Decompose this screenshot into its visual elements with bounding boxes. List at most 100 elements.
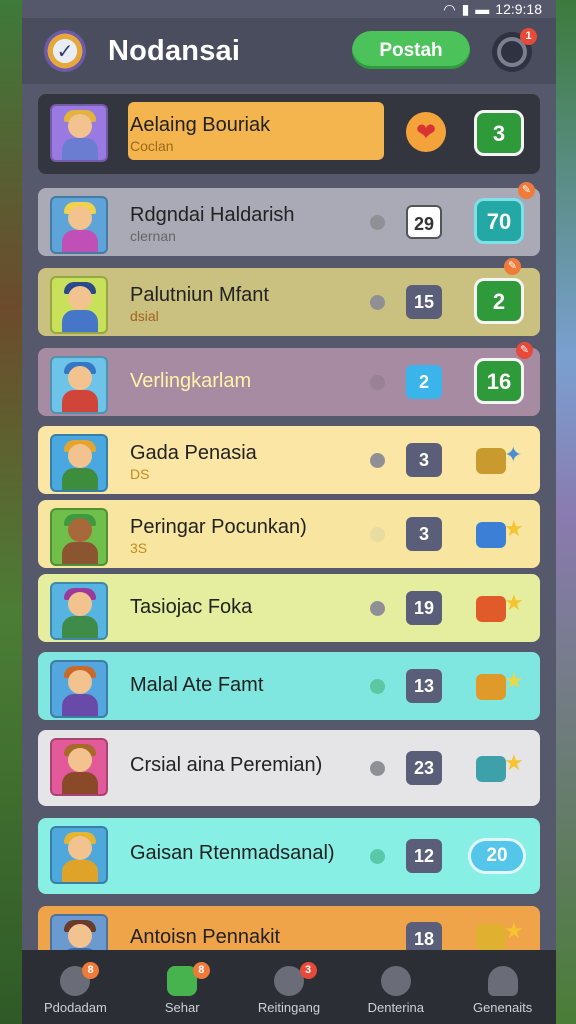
item-subtitle: clernan: [130, 228, 176, 244]
list-item[interactable]: Peringar Pocunkan) 3S 3 ★: [38, 500, 540, 568]
tab-games[interactable]: Denterina: [342, 950, 449, 1024]
count-badge: 29: [406, 205, 442, 239]
app-logo-icon: ✓: [44, 30, 86, 72]
count-badge: 19: [406, 591, 442, 625]
tab-badge: 3: [299, 962, 317, 979]
wifi-icon: ◠: [443, 0, 456, 17]
list-item[interactable]: Malal Ate Famt 13 ★: [38, 652, 540, 720]
avatar: [50, 276, 108, 334]
list-item[interactable]: Antoisn Pennakit 18 ★: [38, 906, 540, 950]
item-subtitle: dsial: [130, 308, 159, 324]
avatar: [50, 196, 108, 254]
tab-label: Pdodadam: [43, 1000, 107, 1015]
item-title: Rdgndai Haldarish: [130, 204, 295, 226]
reward-icon: ★: [470, 748, 526, 788]
list-item[interactable]: Verlingkarlam 2 16 ✎: [38, 342, 540, 416]
count-badge: 13: [406, 669, 442, 703]
item-subtitle: Coclan: [130, 138, 174, 154]
list-item[interactable]: Crsial aina Peremian) 23 ★: [38, 730, 540, 806]
list-item[interactable]: Palutniun Mfant dsial 15 2 ✎: [38, 258, 540, 336]
tab-home[interactable]: 8 Pdodadam: [22, 950, 129, 1024]
status-dot: [370, 761, 385, 776]
person-icon: [487, 966, 518, 996]
app-screen: ◠ ▮ ▬ 12:9:18 ✓ Nodansai Postah 1 Aelain…: [22, 0, 556, 1024]
avatar: [50, 356, 108, 414]
count-badge: 3: [406, 517, 442, 551]
status-dot: [370, 849, 385, 864]
bottom-tab-bar: 8 Pdodadam 8 Sehar 3 Reitingang Denterin…: [22, 950, 556, 1024]
item-title: Malal Ate Famt: [130, 674, 264, 696]
score-badge: 70: [474, 198, 524, 244]
status-dot: [370, 215, 385, 230]
heart-icon[interactable]: ❤: [406, 112, 446, 152]
tab-search[interactable]: 8 Sehar: [129, 950, 236, 1024]
list-item-highlighted[interactable]: Aelaing Bouriak Coclan ❤ 3: [38, 94, 540, 174]
score-badge: 3: [474, 110, 524, 156]
reward-icon: ★: [470, 666, 526, 706]
avatar: [50, 826, 108, 884]
count-badge: 3: [406, 443, 442, 477]
item-subtitle: DS: [130, 466, 150, 482]
avatar: [50, 508, 108, 566]
item-title: Palutniun Mfant: [130, 284, 269, 306]
status-dot: [370, 679, 385, 694]
avatar: [50, 104, 108, 162]
list-item[interactable]: Gada Penasia DS 3 ✦: [38, 426, 540, 494]
item-title: Verlingkarlam: [130, 370, 252, 392]
post-button[interactable]: Postah: [352, 31, 470, 69]
score-badge: 16: [474, 358, 524, 404]
edit-icon[interactable]: ✎: [504, 258, 521, 275]
status-dot: [370, 453, 385, 468]
item-title: Antoisn Pennakit: [130, 926, 281, 948]
battery-icon: ▬: [475, 1, 490, 17]
item-title: Aelaing Bouriak: [130, 114, 271, 136]
game-list: Aelaing Bouriak Coclan ❤ 3 Rdgndai Halda…: [22, 84, 556, 950]
status-time: 12:9:18: [495, 1, 542, 17]
tab-label: Denterina: [367, 1000, 424, 1015]
list-item[interactable]: Tasiojac Foka 19 ★: [38, 574, 540, 642]
tab-label: Genenaits: [472, 1000, 533, 1015]
avatar: [50, 738, 108, 796]
profile-button[interactable]: 1: [492, 28, 537, 72]
count-badge: 18: [406, 922, 442, 950]
list-item[interactable]: Rdgndai Haldarish clernan 29 70 ✎: [38, 182, 540, 256]
tab-profile[interactable]: Genenaits: [449, 950, 556, 1024]
notification-badge: 1: [520, 28, 537, 45]
reward-icon: ★: [470, 588, 526, 628]
reward-icon: ★: [470, 514, 526, 554]
item-title: Crsial aina Peremian): [130, 754, 323, 776]
avatar: [50, 434, 108, 492]
count-badge: 12: [406, 839, 442, 873]
signal-icon: ▮: [461, 0, 470, 17]
score-badge: 2: [474, 278, 524, 324]
status-dot: [370, 375, 385, 390]
item-subtitle: 3S: [130, 540, 148, 556]
alert-icon[interactable]: ✎: [516, 342, 533, 359]
count-badge: 2: [406, 365, 442, 399]
item-title: Gaisan Rtenmadsanal): [130, 842, 335, 864]
reward-icon: ✦: [470, 440, 526, 480]
gamepad-icon: [380, 966, 411, 996]
status-dot: [370, 527, 385, 542]
avatar: [50, 914, 108, 950]
list-item[interactable]: Gaisan Rtenmadsanal) 12 20: [38, 818, 540, 894]
app-title: Nodansai: [108, 34, 241, 67]
item-title: Peringar Pocunkan): [130, 516, 307, 538]
avatar: [50, 582, 108, 640]
item-title: Tasiojac Foka: [130, 596, 253, 618]
item-title: Gada Penasia: [130, 442, 257, 464]
app-header: ✓ Nodansai Postah 1: [22, 18, 556, 84]
tab-badge: 8: [82, 962, 99, 979]
avatar: [50, 660, 108, 718]
tab-label: Sehar: [164, 1000, 200, 1015]
count-badge: 23: [406, 751, 442, 785]
tab-badge: 8: [192, 962, 210, 979]
status-dot: [370, 601, 385, 616]
count-badge: 15: [406, 285, 442, 319]
status-bar: ◠ ▮ ▬ 12:9:18: [443, 0, 542, 18]
tab-ratings[interactable]: 3 Reitingang: [236, 950, 343, 1024]
status-dot: [370, 295, 385, 310]
score-badge: 20: [468, 838, 526, 874]
edit-icon[interactable]: ✎: [518, 182, 535, 199]
tab-label: Reitingang: [257, 1000, 321, 1015]
